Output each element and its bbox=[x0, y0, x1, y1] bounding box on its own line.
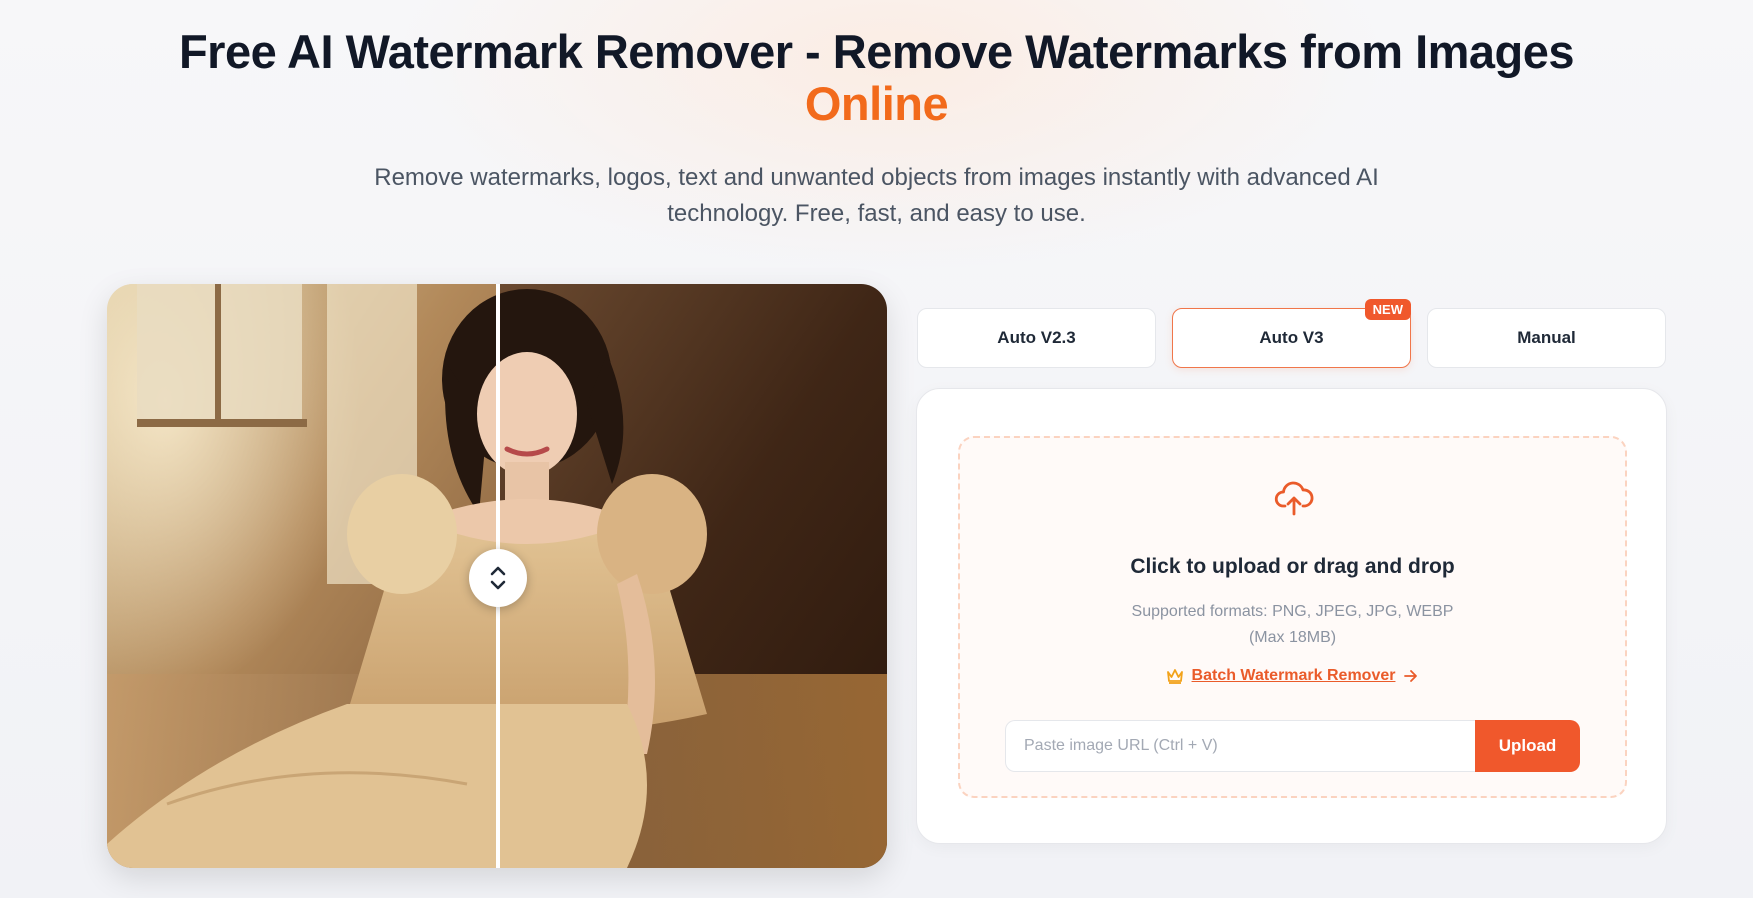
batch-remover-link[interactable]: Batch Watermark Remover bbox=[1192, 667, 1396, 685]
supported-formats: Supported formats: PNG, JPEG, JPG, WEBP … bbox=[960, 599, 1625, 651]
tab-label: Manual bbox=[1517, 328, 1576, 347]
title-main: Free AI Watermark Remover - Remove Water… bbox=[178, 25, 1575, 78]
upload-card: Click to upload or drag and drop Support… bbox=[916, 388, 1667, 844]
page-subtitle: Remove watermarks, logos, text and unwan… bbox=[374, 164, 1379, 227]
tab-label: Auto V2.3 bbox=[997, 328, 1076, 347]
tab-manual[interactable]: Manual bbox=[1427, 308, 1666, 368]
tab-auto-v3[interactable]: Auto V3 NEW bbox=[1172, 299, 1411, 368]
page: Free AI Watermark Remover - Remove Water… bbox=[0, 0, 1753, 898]
tab-label: Auto V3 bbox=[1259, 328, 1324, 347]
title-accent: Online bbox=[804, 77, 949, 130]
upload-button[interactable]: Upload bbox=[1475, 720, 1580, 772]
batch-remover-link-row: Batch Watermark Remover bbox=[960, 667, 1625, 685]
new-badge: NEW bbox=[1364, 299, 1411, 320]
formats-line: Supported formats: PNG, JPEG, JPG, WEBP bbox=[1131, 603, 1454, 620]
upload-title: Click to upload or drag and drop bbox=[1130, 555, 1455, 578]
cloud-upload-icon bbox=[1274, 481, 1314, 516]
tab-auto-v2-3[interactable]: Auto V2.3 bbox=[917, 308, 1156, 368]
chevron-up-down-icon bbox=[490, 566, 506, 590]
max-size-line: (Max 18MB) bbox=[1248, 629, 1337, 646]
upload-dropzone[interactable]: Click to upload or drag and drop Support… bbox=[958, 436, 1627, 798]
url-input-row: Upload bbox=[1005, 720, 1580, 772]
crown-icon bbox=[1166, 669, 1183, 684]
comparison-slider-handle[interactable] bbox=[469, 549, 527, 607]
image-url-input[interactable] bbox=[1005, 720, 1475, 772]
page-title: Free AI Watermark Remover - Remove Water… bbox=[0, 26, 1753, 130]
before-after-comparison[interactable] bbox=[107, 284, 887, 868]
arrow-right-icon[interactable] bbox=[1403, 669, 1419, 683]
